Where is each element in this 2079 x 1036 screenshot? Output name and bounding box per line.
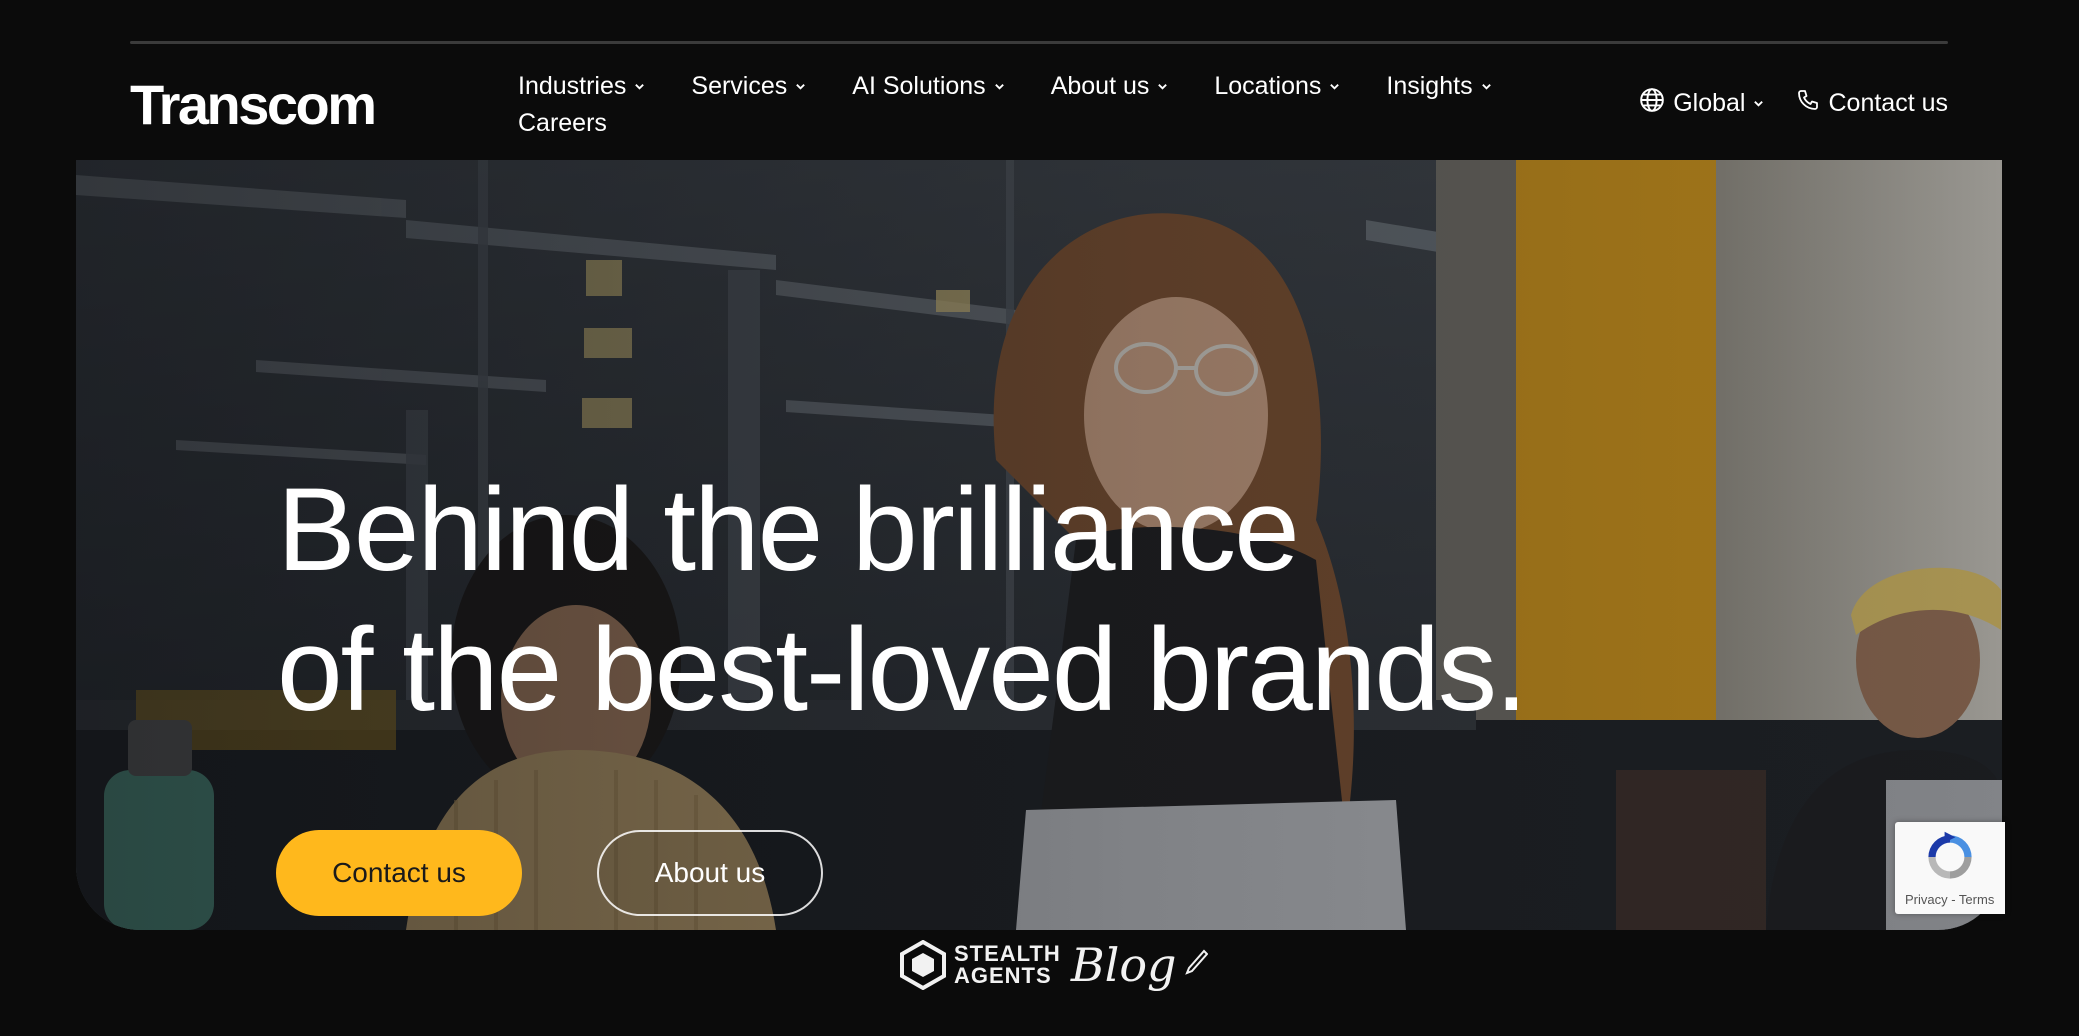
headline-line-2: of the best-loved brands. [277, 604, 1528, 736]
recaptcha-links[interactable]: Privacy - Terms [1905, 892, 1994, 907]
headline-line-1: Behind the brilliance [277, 464, 1300, 596]
nav-about-us[interactable]: About us [1051, 70, 1169, 103]
nav-careers[interactable]: Careers [518, 107, 607, 140]
transcom-logo[interactable]: Transcom [130, 72, 377, 137]
chevron-down-icon [994, 81, 1005, 92]
chevron-down-icon [1157, 81, 1168, 92]
top-divider [130, 41, 1948, 44]
chevron-down-icon [1753, 98, 1764, 109]
main-nav: Industries Services AI Solutions About u… [518, 70, 1518, 140]
chevron-down-icon [795, 81, 806, 92]
pen-icon [1184, 949, 1209, 982]
nav-services[interactable]: Services [691, 70, 806, 103]
watermark-line-1: STEALTH [954, 941, 1061, 966]
header-contact-link[interactable]: Contact us [1796, 88, 1948, 119]
utility-nav: Global Contact us [1639, 87, 1948, 120]
nav-industries[interactable]: Industries [518, 70, 645, 103]
site-header: Transcom Industries Services AI Solution… [130, 60, 1948, 160]
chevron-down-icon [1329, 81, 1340, 92]
hero-contact-button[interactable]: Contact us [276, 830, 522, 916]
stealth-agents-watermark: STEALTH AGENTS Blog [900, 938, 1209, 992]
hero-headline: Behind the brilliance of the best-loved … [277, 460, 1528, 740]
hero-about-button[interactable]: About us [597, 830, 823, 916]
chevron-down-icon [1481, 81, 1492, 92]
watermark-script: Blog [1070, 938, 1177, 992]
watermark-wordmark: STEALTH AGENTS [954, 943, 1061, 987]
contact-label: Contact us [1828, 89, 1948, 117]
region-selector[interactable]: Global [1639, 87, 1764, 120]
nav-insights[interactable]: Insights [1386, 70, 1491, 103]
globe-icon [1639, 87, 1665, 120]
nav-label: Locations [1214, 72, 1322, 100]
nav-label: About us [1050, 72, 1150, 100]
recaptcha-badge[interactable]: Privacy - Terms [1895, 822, 2005, 914]
nav-label: AI Solutions [852, 72, 986, 100]
nav-locations[interactable]: Locations [1214, 70, 1340, 103]
chevron-down-icon [634, 81, 645, 92]
nav-label: Industries [518, 72, 627, 100]
nav-label: Insights [1386, 72, 1473, 100]
phone-icon [1796, 88, 1820, 119]
nav-label: Services [691, 72, 788, 100]
hero-section: Behind the brilliance of the best-loved … [76, 160, 2002, 930]
watermark-line-2: AGENTS [954, 963, 1052, 988]
nav-label: Careers [518, 109, 607, 137]
region-label: Global [1673, 89, 1746, 117]
recaptcha-icon [1928, 831, 1972, 879]
stealth-agents-logo-icon [900, 940, 946, 990]
nav-ai-solutions[interactable]: AI Solutions [852, 70, 1004, 103]
